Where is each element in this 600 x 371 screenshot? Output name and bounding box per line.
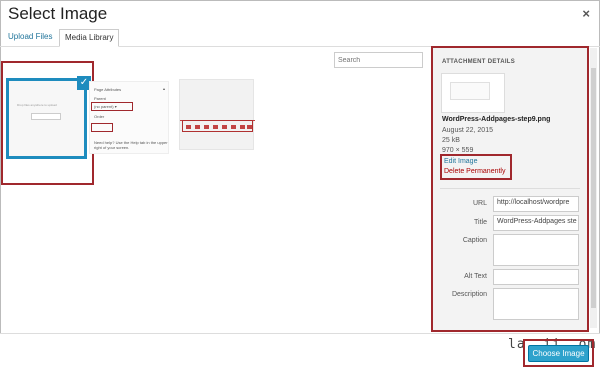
search-input[interactable] bbox=[334, 52, 423, 68]
attachment-filename: WordPress-Addpages-step9.png bbox=[442, 116, 551, 123]
caption-field[interactable] bbox=[493, 234, 579, 266]
tab-media-library[interactable]: Media Library bbox=[59, 29, 120, 47]
title-field[interactable]: WordPress-Addpages ste bbox=[493, 215, 579, 231]
description-field[interactable] bbox=[493, 288, 579, 320]
modal-title: Select Image bbox=[8, 4, 108, 23]
caption-label: Caption bbox=[462, 237, 487, 244]
toolbar-highlight bbox=[182, 120, 253, 132]
url-field[interactable]: http://localhost/wordpre bbox=[493, 196, 579, 212]
url-label: URL bbox=[472, 200, 487, 207]
details-divider bbox=[440, 188, 580, 189]
attachment-dimensions: 970 × 559 bbox=[442, 147, 474, 154]
thumbnail-button bbox=[31, 113, 61, 120]
toolbar-icon bbox=[213, 125, 218, 129]
toolbar-icon bbox=[240, 125, 245, 129]
attachment-selected[interactable]: Drop files anywhere to upload ✓ bbox=[1, 61, 94, 185]
tab-upload-files[interactable]: Upload Files bbox=[3, 29, 57, 47]
toolbar-icon bbox=[231, 125, 236, 129]
order-input bbox=[91, 123, 113, 132]
attachment-thumbnail: Drop files anywhere to upload bbox=[6, 78, 87, 159]
tab-bar: Upload Files Media Library bbox=[0, 26, 600, 47]
alt-text-label: Alt Text bbox=[464, 273, 487, 280]
toolbar-icon bbox=[247, 125, 252, 129]
title-label: Title bbox=[474, 219, 487, 226]
scrollbar-thumb[interactable] bbox=[591, 68, 596, 308]
attachment-page-attributes[interactable]: Page Attributes ▴ Parent (no parent) ▾ O… bbox=[89, 81, 169, 154]
sidebar-scrollbar[interactable] bbox=[590, 48, 597, 328]
parent-select: (no parent) ▾ bbox=[91, 102, 133, 111]
attachment-actions: Edit Image Delete Permanently bbox=[440, 154, 512, 180]
attachment-preview bbox=[441, 73, 505, 113]
toolbar-icon bbox=[222, 125, 227, 129]
close-icon[interactable]: × bbox=[582, 6, 590, 21]
choose-image-button[interactable]: Choose Image bbox=[528, 345, 589, 362]
attachment-size: 25 kB bbox=[442, 137, 460, 144]
attachment-details-title: ATTACHMENT DETAILS bbox=[442, 59, 516, 65]
preview-content bbox=[450, 82, 490, 100]
attachment-toolbar[interactable] bbox=[179, 79, 255, 150]
choose-button-highlight: Choose Image bbox=[523, 339, 594, 367]
toolbar-icon bbox=[186, 125, 191, 129]
toolbar-icon bbox=[195, 125, 200, 129]
description-label: Description bbox=[451, 291, 487, 298]
delete-permanently-link[interactable]: Delete Permanently bbox=[444, 168, 505, 175]
collapse-icon: ▴ bbox=[162, 86, 165, 91]
parent-select-value: (no parent) bbox=[94, 104, 114, 109]
page-attributes-header: Page Attributes bbox=[94, 87, 122, 92]
attachment-date: August 22, 2015 bbox=[442, 127, 493, 134]
parent-label: Parent bbox=[94, 96, 106, 101]
edit-image-link[interactable]: Edit Image bbox=[444, 158, 477, 165]
attachment-details-panel: ATTACHMENT DETAILS WordPress-Addpages-st… bbox=[431, 46, 589, 332]
help-text: Need help? Use the Help tab in the upper… bbox=[94, 140, 168, 150]
toolbar-icon bbox=[204, 125, 209, 129]
alt-text-field[interactable] bbox=[493, 269, 579, 285]
thumbnail-caption: Drop files anywhere to upload bbox=[17, 103, 57, 107]
order-label: Order bbox=[94, 114, 105, 119]
